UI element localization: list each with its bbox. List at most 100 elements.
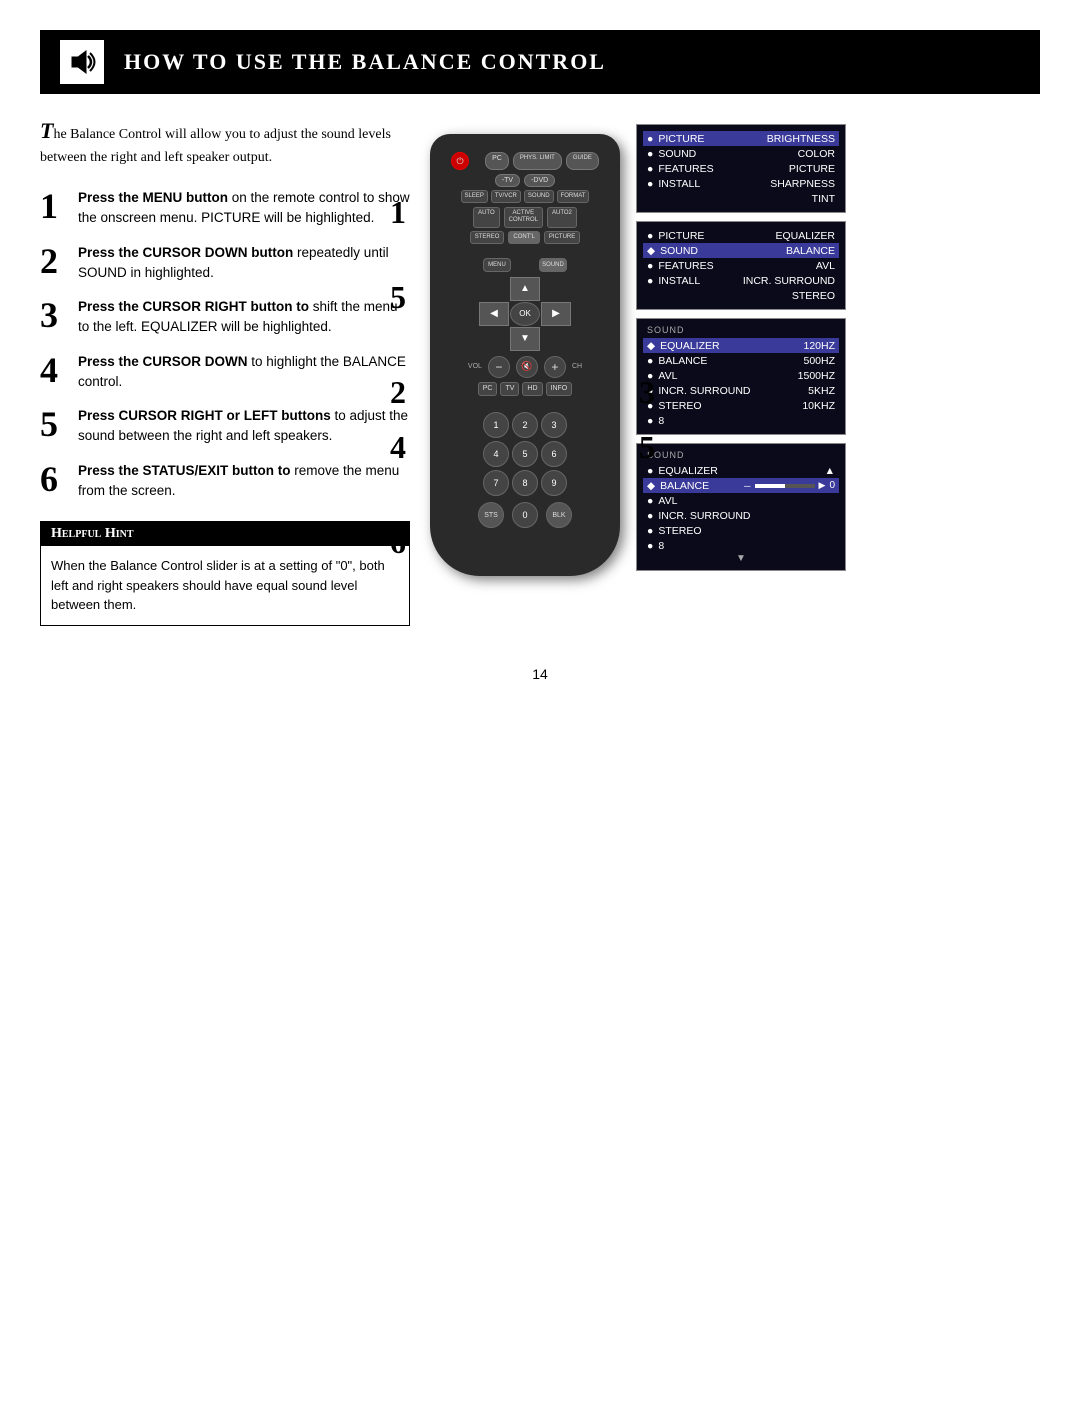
steps-list: 1 Press the MENU button on the remote co…	[40, 188, 410, 501]
menu-item-tint: TINT	[647, 191, 835, 206]
menu-item-features-1: ●FEATURES PICTURE	[647, 161, 835, 176]
step-2-number: 2	[40, 243, 68, 279]
tv-button[interactable]: -TV	[495, 174, 520, 187]
remote-step-5-left: 5	[390, 279, 406, 316]
num-9[interactable]: 9	[541, 470, 567, 496]
hd-input[interactable]: HD	[522, 382, 542, 396]
picture-button[interactable]: PICTURE	[544, 231, 580, 244]
info-button[interactable]: INFO	[546, 382, 573, 396]
contrast-button[interactable]: CONT'L	[508, 231, 539, 244]
slider-track	[755, 484, 815, 488]
tv-input[interactable]: TV	[500, 382, 519, 396]
menu-screen-2: ●PICTURE EQUALIZER ◆SOUND BALANCE ●FEATU…	[636, 221, 846, 310]
pc-input[interactable]: PC	[478, 382, 498, 396]
step-3-number: 3	[40, 297, 68, 333]
active-control[interactable]: ACTIVECONTROL	[504, 207, 543, 227]
menu-item-avl-4: ●AVL	[647, 493, 835, 508]
menu-screen-1: ●PICTURE BRIGHTNESS ●SOUND COLOR ●FEATUR…	[636, 124, 846, 213]
menu-item-picture-active: ●PICTURE BRIGHTNESS	[643, 131, 839, 146]
step-3-text: Press the CURSOR RIGHT button to shift t…	[78, 297, 410, 338]
num-8[interactable]: 8	[512, 470, 538, 496]
step-6-text: Press the STATUS/EXIT button to remove t…	[78, 461, 410, 502]
menu-item-stereo-2: STEREO	[647, 288, 835, 303]
speaker-icon	[60, 40, 104, 84]
step-1: 1 Press the MENU button on the remote co…	[40, 188, 410, 229]
step-2: 2 Press the CURSOR DOWN button repeatedl…	[40, 243, 410, 284]
mute-button[interactable]: 🔇	[516, 356, 538, 378]
dvd-button[interactable]: -DVD	[524, 174, 555, 187]
menu-item-sound-1: ●SOUND COLOR	[647, 146, 835, 161]
num-1[interactable]: 1	[483, 412, 509, 438]
sound-main-button[interactable]: SOUND	[539, 258, 567, 272]
step-4-text: Press the CURSOR DOWN to highlight the B…	[78, 352, 410, 393]
menu-item-stereo-4: ●STEREO	[647, 523, 835, 538]
step-3: 3 Press the CURSOR RIGHT button to shift…	[40, 297, 410, 338]
status-exit-button[interactable]: STS	[478, 502, 504, 528]
menu-screen-3: SOUND ◆EQUALIZER 120HZ ●BALANCE 500HZ ●A…	[636, 318, 846, 435]
remote-step-6: 6	[390, 524, 406, 561]
auto-button[interactable]: AUTO	[473, 207, 500, 227]
tv-vcr-button[interactable]: TV/VCR	[491, 190, 521, 203]
cursor-right-button[interactable]: ▶	[541, 302, 571, 326]
vol-plus[interactable]: +	[544, 356, 566, 378]
vol-minus[interactable]: −	[488, 356, 510, 378]
remote-step-5-right: 5	[639, 429, 655, 466]
auto2-button[interactable]: AUTO2	[547, 207, 577, 227]
page-title: How to Use the Balance Control	[124, 49, 606, 75]
step-4: 4 Press the CURSOR DOWN to highlight the…	[40, 352, 410, 393]
main-content: The Balance Control will allow you to ad…	[40, 114, 1040, 626]
sound-button[interactable]: SOUND	[524, 190, 554, 203]
menu-item-incr-surround-3: ●INCR. SURROUND 5KHZ	[647, 383, 835, 398]
menu-item-equalizer-4: ●EQUALIZER ▲	[647, 463, 835, 478]
power-button[interactable]: ⏻	[451, 152, 469, 170]
menu-item-sound-active: ◆SOUND BALANCE	[643, 243, 839, 258]
source-button[interactable]: PC	[485, 152, 509, 170]
menu-item-balance-active: ◆BALANCE ─ ▶ 0	[643, 478, 839, 493]
menu-button[interactable]: MENU	[483, 258, 511, 272]
remote-step-4: 4	[390, 429, 406, 466]
step-6: 6 Press the STATUS/EXIT button to remove…	[40, 461, 410, 502]
menu-item-install-1: ●INSTALL SHARPNESS	[647, 176, 835, 191]
blank-button[interactable]: BLK	[546, 502, 572, 528]
num-5[interactable]: 5	[512, 441, 538, 467]
format-button[interactable]: FORMAT	[557, 190, 590, 203]
cursor-down-button[interactable]: ▼	[510, 327, 540, 351]
page-number: 14	[0, 666, 1080, 682]
left-column: The Balance Control will allow you to ad…	[40, 114, 410, 626]
helpful-hint-content: When the Balance Control slider is at a …	[41, 546, 409, 625]
remote-step-3: 3	[639, 374, 655, 411]
guide-button[interactable]: GUIDE	[566, 152, 599, 170]
menu-screenshots: ●PICTURE BRIGHTNESS ●SOUND COLOR ●FEATUR…	[636, 124, 846, 571]
right-column: 1 5 2 4 3 5 6 ⏻ PC PHYS. LIMIT	[430, 114, 1040, 626]
cursor-left-button[interactable]: ◀	[479, 302, 509, 326]
menu-3-label: SOUND	[647, 325, 835, 335]
cursor-up-button[interactable]: ▲	[510, 277, 540, 301]
menu-item-features-2: ●FEATURES AVL	[647, 258, 835, 273]
num-7[interactable]: 7	[483, 470, 509, 496]
num-3[interactable]: 3	[541, 412, 567, 438]
menu-item-install-2: ●INSTALL INCR. SURROUND	[647, 273, 835, 288]
num-6[interactable]: 6	[541, 441, 567, 467]
phys-limit[interactable]: PHYS. LIMIT	[513, 152, 562, 170]
num-2[interactable]: 2	[512, 412, 538, 438]
numpad: 1 2 3 4 5 6 7 8 9	[446, 412, 604, 496]
step-4-number: 4	[40, 352, 68, 388]
stereo-button[interactable]: STEREO	[470, 231, 505, 244]
sleep-button[interactable]: SLEEP	[461, 190, 488, 203]
menu-4-label: SOUND	[647, 450, 835, 460]
step-5-text: Press CURSOR RIGHT or LEFT buttons to ad…	[78, 406, 410, 447]
step-2-text: Press the CURSOR DOWN button repeatedly …	[78, 243, 410, 284]
intro-paragraph: The Balance Control will allow you to ad…	[40, 114, 410, 168]
num-4[interactable]: 4	[483, 441, 509, 467]
menu-item-equalizer-active: ◆EQUALIZER 120HZ	[643, 338, 839, 353]
menu-item-8-3: ●8	[647, 413, 835, 428]
remote-step-1: 1	[390, 194, 406, 231]
intro-text: he Balance Control will allow you to adj…	[40, 127, 391, 165]
menu-item-avl-3: ●AVL 1500HZ	[647, 368, 835, 383]
drop-cap: T	[40, 118, 53, 143]
cursor-ok-button[interactable]: OK	[510, 302, 540, 326]
menu-item-picture-2: ●PICTURE EQUALIZER	[647, 228, 835, 243]
step-1-text: Press the MENU button on the remote cont…	[78, 188, 410, 229]
remote-control: ⏻ PC PHYS. LIMIT GUIDE -TV -DVD SLEEP	[430, 134, 620, 576]
num-0[interactable]: 0	[512, 502, 538, 528]
